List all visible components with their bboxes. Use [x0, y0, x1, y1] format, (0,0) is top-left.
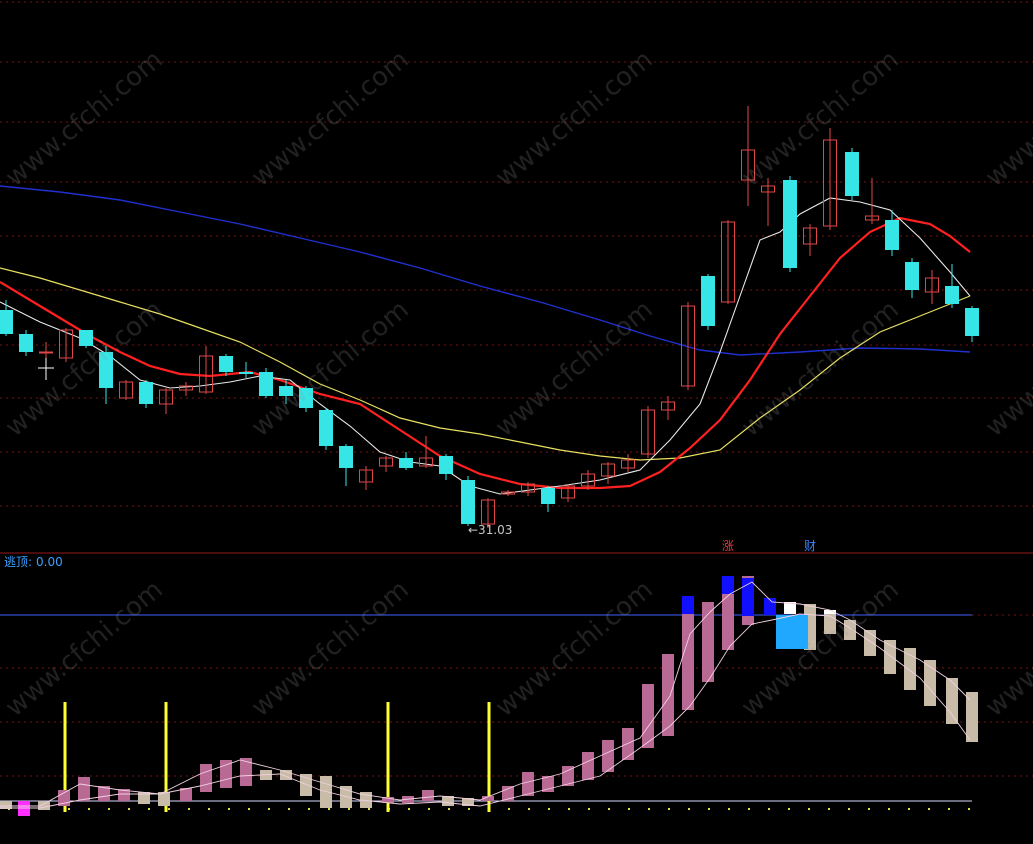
base-dot	[908, 808, 910, 810]
base-dot	[748, 808, 750, 810]
indicator-bar	[722, 576, 734, 594]
base-dot	[928, 808, 930, 810]
candle-body	[461, 480, 475, 524]
cai-badge: 财	[804, 539, 817, 553]
base-dot	[88, 808, 90, 810]
candle-body	[19, 334, 33, 352]
base-dot	[228, 808, 230, 810]
base-dot	[528, 808, 530, 810]
base-dot	[948, 808, 950, 810]
base-dot	[608, 808, 610, 810]
base-dot	[428, 808, 430, 810]
base-dot	[408, 808, 410, 810]
base-dot	[868, 808, 870, 810]
base-dot	[648, 808, 650, 810]
base-dot	[208, 808, 210, 810]
base-dot	[568, 808, 570, 810]
base-dot	[728, 808, 730, 810]
candle-body	[783, 180, 797, 268]
candle-body	[965, 308, 979, 336]
candle-body	[541, 488, 555, 504]
candle-body	[259, 372, 273, 396]
base-dot	[828, 808, 830, 810]
signal-bar	[386, 702, 390, 812]
candle-body	[885, 220, 899, 250]
indicator-bar	[642, 684, 654, 748]
candle-body	[319, 410, 333, 446]
base-dot	[128, 808, 130, 810]
indicator-bar	[200, 764, 212, 792]
indicator-bar	[320, 776, 332, 808]
indicator-bar	[18, 801, 30, 816]
base-dot	[248, 808, 250, 810]
base-dot	[688, 808, 690, 810]
indicator-bar	[904, 648, 916, 690]
indicator-bar	[38, 801, 50, 810]
base-dot	[468, 808, 470, 810]
candle-body	[339, 446, 353, 468]
indicator-bar	[300, 774, 312, 796]
base-dot	[548, 808, 550, 810]
candle-body	[39, 351, 53, 354]
indicator-bar	[622, 728, 634, 760]
base-dot	[708, 808, 710, 810]
base-dot	[848, 808, 850, 810]
low-price-marker: ←31.03	[468, 523, 513, 537]
indicator-bar	[522, 772, 534, 796]
base-dot	[148, 808, 150, 810]
candle-body	[0, 310, 13, 334]
candle-body	[399, 458, 413, 468]
base-dot	[308, 808, 310, 810]
base-dot	[348, 808, 350, 810]
indicator-bar	[78, 777, 90, 801]
candle-body	[219, 356, 233, 372]
candle-body	[239, 372, 253, 374]
base-dot	[808, 808, 810, 810]
indicator-value: 0.00	[36, 555, 63, 569]
base-dot	[788, 808, 790, 810]
base-dot	[968, 808, 970, 810]
candle-body	[439, 456, 453, 474]
candle-body	[139, 382, 153, 404]
indicator-name: 逃顶:	[4, 555, 33, 569]
base-dot	[328, 808, 330, 810]
base-dot	[448, 808, 450, 810]
base-dot	[108, 808, 110, 810]
base-dot	[268, 808, 270, 810]
indicator-bar	[864, 630, 876, 656]
base-dot	[668, 808, 670, 810]
indicator-bar	[422, 790, 434, 801]
base-dot	[508, 808, 510, 810]
candle-body	[905, 262, 919, 290]
zhang-badge: 涨	[722, 539, 735, 553]
base-dot	[288, 808, 290, 810]
candle-body	[701, 276, 715, 326]
candle-body	[945, 286, 959, 304]
indicator-bar	[946, 678, 958, 724]
indicator-bar	[682, 614, 694, 710]
indicator-bar	[582, 752, 594, 780]
base-dot	[768, 808, 770, 810]
base-dot	[68, 808, 70, 810]
base-dot	[628, 808, 630, 810]
indicator-bar	[966, 692, 978, 742]
candle-body	[845, 152, 859, 196]
base-dot	[888, 808, 890, 810]
base-dot	[588, 808, 590, 810]
base-dot	[188, 808, 190, 810]
base-dot	[168, 808, 170, 810]
base-dot	[368, 808, 370, 810]
indicator-bar	[682, 596, 694, 614]
indicator-bar	[220, 760, 232, 788]
indicator-bar	[340, 786, 352, 808]
indicator-bar	[722, 594, 734, 650]
